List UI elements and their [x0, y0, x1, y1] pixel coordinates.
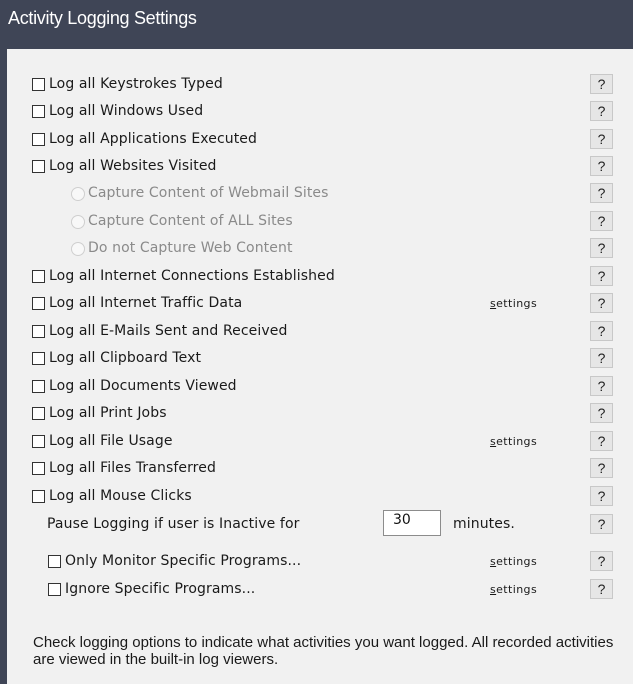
option-row-capture-all: Capture Content of ALL Sites ?	[7, 211, 633, 237]
option-row-keystrokes: Log all Keystrokes Typed ?	[7, 74, 633, 100]
settings-text: ettings	[496, 555, 538, 568]
internet-traffic-settings-link[interactable]: settings	[490, 297, 537, 310]
websites-checkbox[interactable]	[32, 160, 45, 173]
help-button[interactable]: ?	[590, 129, 613, 149]
documents-label[interactable]: Log all Documents Viewed	[49, 378, 237, 394]
clipboard-checkbox[interactable]	[32, 352, 45, 365]
internet-traffic-checkbox[interactable]	[32, 297, 45, 310]
help-button[interactable]: ?	[590, 238, 613, 258]
help-button[interactable]: ?	[590, 458, 613, 478]
option-row-documents: Log all Documents Viewed ?	[7, 376, 633, 402]
option-row-capture-none: Do not Capture Web Content ?	[7, 238, 633, 264]
help-button[interactable]: ?	[590, 74, 613, 94]
clipboard-label[interactable]: Log all Clipboard Text	[49, 350, 201, 366]
option-row-ignore: Ignore Specific Programs... settings ?	[7, 579, 633, 605]
option-row-mouse-clicks: Log all Mouse Clicks ?	[7, 486, 633, 512]
settings-text: ettings	[496, 435, 538, 448]
emails-checkbox[interactable]	[32, 325, 45, 338]
option-row-internet-connections: Log all Internet Connections Established…	[7, 266, 633, 292]
only-monitor-label[interactable]: Only Monitor Specific Programs...	[65, 553, 301, 569]
help-button[interactable]: ?	[590, 376, 613, 396]
option-row-emails: Log all E-Mails Sent and Received ?	[7, 321, 633, 347]
capture-webmail-label[interactable]: Capture Content of Webmail Sites	[88, 185, 329, 201]
windows-label[interactable]: Log all Windows Used	[49, 103, 203, 119]
print-jobs-label[interactable]: Log all Print Jobs	[49, 405, 167, 421]
capture-none-radio[interactable]	[71, 242, 85, 256]
option-row-file-usage: Log all File Usage settings ?	[7, 431, 633, 457]
ignore-settings-link[interactable]: settings	[490, 583, 537, 596]
inactivity-label: Pause Logging if user is Inactive for	[47, 516, 300, 532]
help-button[interactable]: ?	[590, 348, 613, 368]
settings-text: ettings	[496, 583, 538, 596]
help-button[interactable]: ?	[590, 579, 613, 599]
footer-description: Check logging options to indicate what a…	[33, 634, 614, 668]
capture-all-label[interactable]: Capture Content of ALL Sites	[88, 213, 293, 229]
option-row-print-jobs: Log all Print Jobs ?	[7, 403, 633, 429]
files-transferred-checkbox[interactable]	[32, 462, 45, 475]
help-button[interactable]: ?	[590, 321, 613, 341]
title-bar: Activity Logging Settings	[0, 0, 633, 49]
keystrokes-label[interactable]: Log all Keystrokes Typed	[49, 76, 223, 92]
capture-none-label[interactable]: Do not Capture Web Content	[88, 240, 293, 256]
capture-webmail-radio[interactable]	[71, 187, 85, 201]
help-button[interactable]: ?	[590, 211, 613, 231]
emails-label[interactable]: Log all E-Mails Sent and Received	[49, 323, 287, 339]
windows-checkbox[interactable]	[32, 105, 45, 118]
help-button[interactable]: ?	[590, 514, 613, 534]
applications-label[interactable]: Log all Applications Executed	[49, 131, 257, 147]
ignore-label[interactable]: Ignore Specific Programs...	[65, 581, 255, 597]
help-button[interactable]: ?	[590, 156, 613, 176]
keystrokes-checkbox[interactable]	[32, 78, 45, 91]
file-usage-label[interactable]: Log all File Usage	[49, 433, 173, 449]
help-button[interactable]: ?	[590, 101, 613, 121]
option-row-only-monitor: Only Monitor Specific Programs... settin…	[7, 551, 633, 577]
websites-label[interactable]: Log all Websites Visited	[49, 158, 217, 174]
option-row-windows: Log all Windows Used ?	[7, 101, 633, 127]
help-button[interactable]: ?	[590, 266, 613, 286]
option-row-applications: Log all Applications Executed ?	[7, 129, 633, 155]
help-button[interactable]: ?	[590, 403, 613, 423]
files-transferred-label[interactable]: Log all Files Transferred	[49, 460, 216, 476]
internet-traffic-label[interactable]: Log all Internet Traffic Data	[49, 295, 242, 311]
help-button[interactable]: ?	[590, 293, 613, 313]
option-row-internet-traffic: Log all Internet Traffic Data settings ?	[7, 293, 633, 319]
file-usage-settings-link[interactable]: settings	[490, 435, 537, 448]
internet-connections-checkbox[interactable]	[32, 270, 45, 283]
option-row-clipboard: Log all Clipboard Text ?	[7, 348, 633, 374]
ignore-checkbox[interactable]	[48, 583, 61, 596]
help-button[interactable]: ?	[590, 486, 613, 506]
option-row-capture-webmail: Capture Content of Webmail Sites ?	[7, 183, 633, 209]
help-button[interactable]: ?	[590, 551, 613, 571]
option-row-websites: Log all Websites Visited ?	[7, 156, 633, 182]
option-row-files-transferred: Log all Files Transferred ?	[7, 458, 633, 484]
mouse-clicks-checkbox[interactable]	[32, 490, 45, 503]
inactivity-row: Pause Logging if user is Inactive for mi…	[7, 510, 633, 540]
inactivity-unit: minutes.	[453, 516, 515, 532]
print-jobs-checkbox[interactable]	[32, 407, 45, 420]
file-usage-checkbox[interactable]	[32, 435, 45, 448]
settings-text: ettings	[496, 297, 538, 310]
settings-panel: Log all Keystrokes Typed ? Log all Windo…	[7, 49, 633, 684]
capture-all-radio[interactable]	[71, 215, 85, 229]
documents-checkbox[interactable]	[32, 380, 45, 393]
help-button[interactable]: ?	[590, 431, 613, 451]
help-button[interactable]: ?	[590, 183, 613, 203]
mouse-clicks-label[interactable]: Log all Mouse Clicks	[49, 488, 192, 504]
window-title: Activity Logging Settings	[8, 8, 197, 28]
only-monitor-settings-link[interactable]: settings	[490, 555, 537, 568]
only-monitor-checkbox[interactable]	[48, 555, 61, 568]
inactivity-minutes-input[interactable]	[383, 510, 441, 536]
applications-checkbox[interactable]	[32, 133, 45, 146]
internet-connections-label[interactable]: Log all Internet Connections Established	[49, 268, 335, 284]
